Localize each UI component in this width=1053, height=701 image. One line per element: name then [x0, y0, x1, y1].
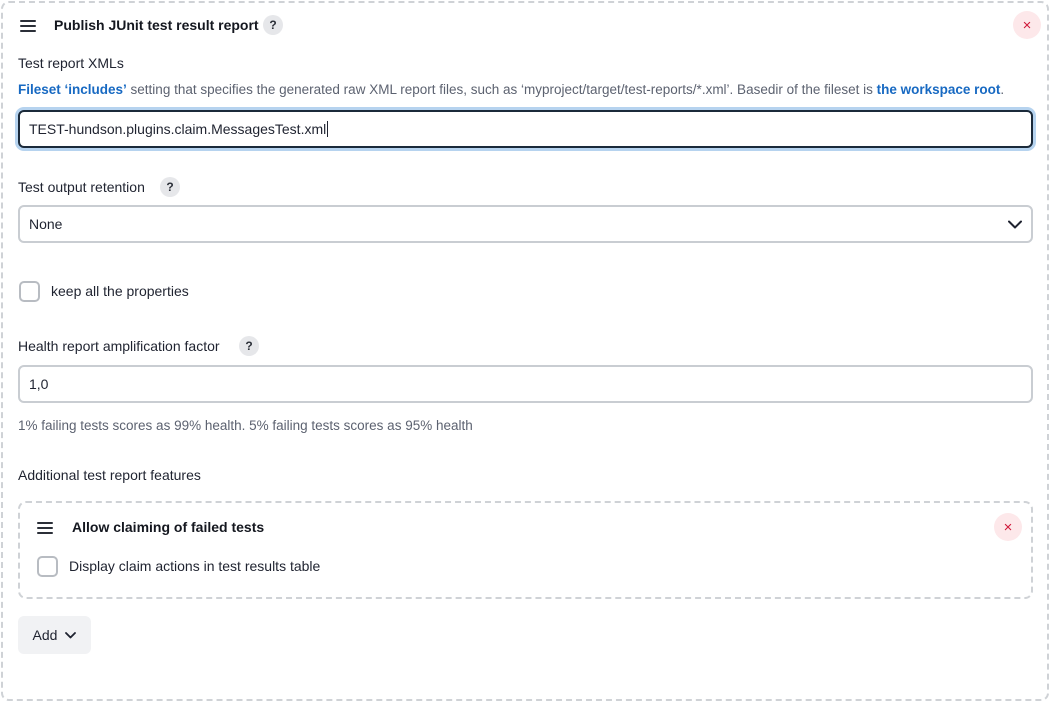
help-icon[interactable]: ?: [239, 336, 259, 356]
display-claim-actions-checkbox[interactable]: [37, 556, 58, 577]
test-output-retention-select[interactable]: None: [18, 205, 1033, 243]
delete-feature-button[interactable]: ×: [994, 513, 1022, 541]
retention-selected-value: None: [29, 216, 63, 232]
keep-properties-label: keep all the properties: [51, 283, 189, 299]
drag-handle-icon[interactable]: [37, 522, 53, 534]
chevron-down-icon: [65, 631, 77, 638]
add-feature-button[interactable]: Add: [18, 616, 91, 654]
drag-handle-icon[interactable]: [20, 20, 36, 32]
fileset-includes-link[interactable]: Fileset ‘includes’: [18, 82, 127, 97]
claim-feature-title: Allow claiming of failed tests: [72, 519, 265, 535]
add-button-label: Add: [32, 627, 58, 643]
text-caret: [327, 121, 329, 137]
health-factor-hint: 1% failing tests scores as 99% health. 5…: [18, 418, 473, 433]
description-text: setting that specifies the generated raw…: [126, 82, 877, 97]
health-factor-value: 1,0: [29, 376, 49, 392]
description-end: .: [1000, 82, 1005, 97]
additional-features-label: Additional test report features: [18, 467, 201, 483]
workspace-root-link[interactable]: the workspace root: [877, 82, 1001, 97]
delete-section-button[interactable]: ×: [1013, 11, 1041, 39]
section-title: Publish JUnit test result report: [54, 17, 259, 33]
test-report-xmls-input[interactable]: TEST-hundson.plugins.claim.MessagesTest.…: [18, 110, 1033, 148]
chevron-down-icon: [1008, 220, 1022, 228]
test-report-xmls-description: Fileset ‘includes’ setting that specifie…: [18, 82, 1004, 97]
help-icon[interactable]: ?: [263, 15, 283, 35]
test-output-retention-label: Test output retention: [18, 179, 145, 195]
test-report-xmls-value: TEST-hundson.plugins.claim.MessagesTest.…: [29, 121, 327, 137]
health-factor-input[interactable]: 1,0: [18, 365, 1033, 403]
test-report-xmls-label: Test report XMLs: [18, 55, 124, 71]
claim-feature-section: [18, 501, 1033, 599]
display-claim-actions-label: Display claim actions in test results ta…: [69, 558, 321, 574]
keep-properties-checkbox[interactable]: [19, 281, 40, 302]
help-icon[interactable]: ?: [160, 177, 180, 197]
health-factor-label: Health report amplification factor: [18, 338, 220, 354]
